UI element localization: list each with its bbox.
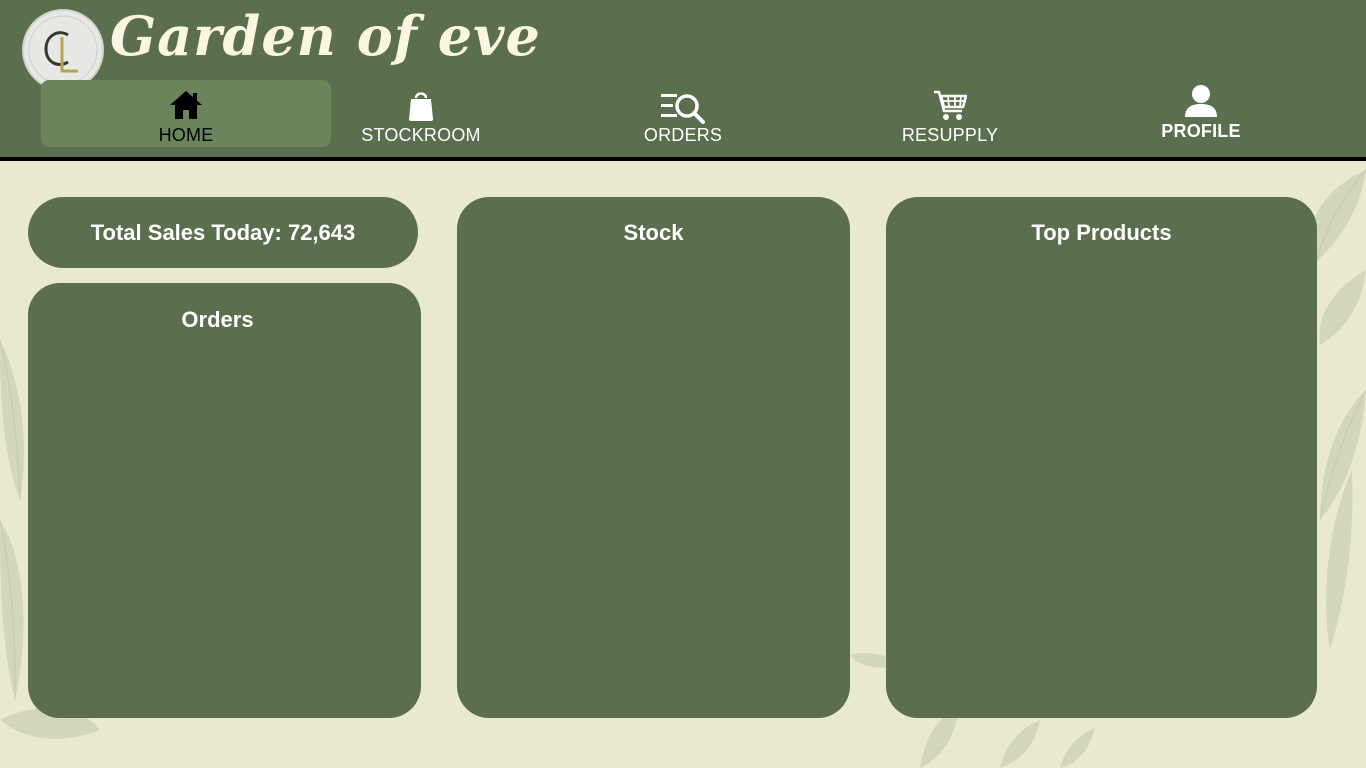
stock-card: Stock [457, 197, 850, 718]
total-sales-text: Total Sales Today: 72,643 [90, 220, 356, 245]
nav-profile[interactable]: PROFILE [1141, 80, 1261, 147]
nav-home-label: HOME [158, 125, 214, 145]
nav-orders-label: ORDERS [643, 125, 723, 145]
user-icon [1184, 84, 1218, 122]
logo-emblem [28, 15, 98, 85]
nav-resupply-label: RESUPPLY [901, 125, 999, 145]
nav-stockroom-label: STOCKROOM [361, 125, 481, 145]
top-header: Garden of eve HOME STOCKROOM ORDERS RESU… [0, 0, 1366, 161]
orders-card-title: Orders [181, 307, 254, 332]
stock-card-title: Stock [623, 220, 684, 245]
top-products-card-title: Top Products [1031, 220, 1172, 245]
home-icon [169, 90, 203, 124]
nav-profile-label: PROFILE [1161, 121, 1241, 141]
nav-orders[interactable]: ORDERS [613, 80, 753, 147]
nav-stockroom[interactable]: STOCKROOM [346, 80, 496, 147]
search-list-icon [661, 92, 705, 128]
cart-icon [933, 89, 968, 125]
logo[interactable] [22, 9, 104, 91]
nav-resupply[interactable]: RESUPPLY [880, 80, 1020, 147]
orders-card: Orders [28, 283, 421, 718]
nav-home[interactable]: HOME [41, 80, 331, 147]
shopping-bag-icon [408, 89, 434, 125]
total-sales-card: Total Sales Today: 72,643 [28, 197, 418, 268]
top-products-card: Top Products [886, 197, 1317, 718]
brand-title: Garden of eve [110, 4, 541, 68]
